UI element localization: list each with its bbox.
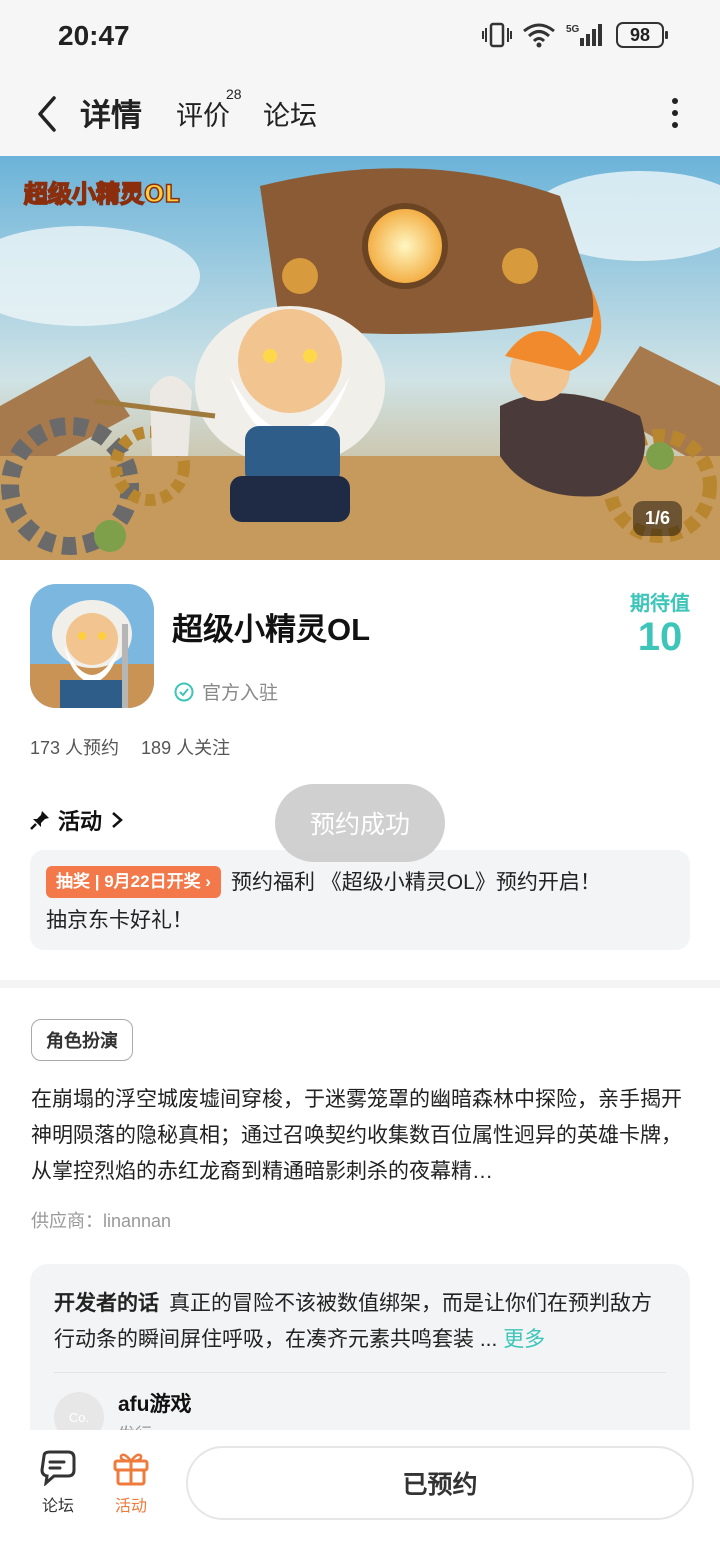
expectation-label: 期待值 [630, 593, 690, 615]
tab-details-label: 详情 [80, 98, 142, 133]
status-bar: 20:47 5G 98 [0, 0, 720, 76]
genre-tag[interactable]: 角色扮演 [31, 1019, 133, 1061]
developer-more-link[interactable]: 更多 [503, 1328, 545, 1351]
activity-header-label: 活动 [58, 809, 103, 834]
more-vertical-icon[interactable] [672, 98, 680, 128]
banner-page-indicator: 1/6 [632, 501, 682, 536]
activity-text-2: 抽京东卡好礼！ [46, 909, 193, 932]
activity-card[interactable]: 抽奖 | 9月22日开奖 › 预约福利 《超级小精灵OL》预约开启！ 抽京东卡好礼… [30, 850, 690, 950]
developer-notes-title: 开发者的话 [54, 1292, 159, 1315]
expectation-score: 期待值 10 [630, 587, 690, 658]
official-label: 官方入驻 [202, 683, 279, 704]
activity-header[interactable]: 活动 [30, 804, 124, 836]
section-divider [0, 980, 720, 988]
bottom-activity-button[interactable]: 活动 [101, 1450, 161, 1516]
bottom-action-bar: 论坛 活动 已预约 [0, 1430, 720, 1567]
status-icons: 5G 98 [482, 22, 668, 48]
wifi-icon [523, 23, 555, 48]
developer-name[interactable]: afu游戏 [118, 1388, 192, 1418]
banner-artwork: 超级小精灵OL [0, 156, 720, 560]
tab-reviews[interactable]: 评价 28 [176, 86, 242, 133]
game-app-icon [30, 584, 154, 708]
chevron-left-icon[interactable] [30, 92, 66, 136]
reserved-button[interactable]: 已预约 [186, 1446, 694, 1520]
supplier-info: 供应商：linannan [31, 1211, 172, 1231]
chat-bubble-icon [40, 1450, 76, 1486]
signal-icon: 5G [566, 24, 602, 46]
follower-count: 189 人关注 [141, 738, 231, 758]
reservation-success-toast: 预约成功 [275, 784, 445, 862]
battery-icon: 98 [616, 22, 668, 48]
reservation-count: 173 人预约 [30, 738, 120, 758]
vibrate-icon [482, 22, 512, 48]
svg-text:5G: 5G [566, 24, 580, 35]
tab-forum[interactable]: 论坛 [263, 94, 317, 133]
activity-tag: 抽奖 | 9月22日开奖 › [46, 866, 221, 898]
developer-card-divider [54, 1372, 666, 1373]
tab-forum-label: 论坛 [263, 101, 317, 131]
gift-icon [113, 1453, 149, 1486]
bottom-forum-label: 论坛 [41, 1498, 74, 1515]
status-time: 20:47 [58, 20, 130, 51]
tab-details[interactable]: 详情 [77, 90, 145, 135]
developer-notes: 开发者的话 真正的冒险不该被数值绑架，而是让你们在预判敌方行动条的瞬间屏住呼吸，在… [54, 1286, 666, 1358]
chevron-right-icon [112, 812, 123, 828]
reviews-count-badge: 28 [226, 86, 242, 102]
game-description[interactable]: 在崩塌的浮空城废墟间穿梭，于迷雾笼罩的幽暗森林中探险，亲手揭开神明陨落的隐秘真相… [31, 1082, 691, 1190]
tab-reviews-label: 评价 [176, 101, 230, 131]
top-nav: 详情 评价 28 论坛 [0, 76, 720, 156]
game-banner[interactable]: 超级小精灵OL 1/6 [0, 156, 720, 560]
check-circle-icon [174, 682, 194, 701]
bottom-forum-button[interactable]: 论坛 [28, 1450, 88, 1516]
activity-text-1: 预约福利 《超级小精灵OL》预约开启！ [230, 871, 601, 894]
expectation-value: 10 [637, 615, 683, 659]
official-badge: 官方入驻 [174, 678, 278, 705]
game-stats: 173 人预约 189 人关注 [30, 734, 230, 760]
game-title: 超级小精灵OL [172, 612, 371, 647]
banner-logo: 超级小精灵OL [24, 180, 180, 208]
bottom-activity-label: 活动 [114, 1498, 147, 1515]
pin-icon [30, 811, 49, 830]
